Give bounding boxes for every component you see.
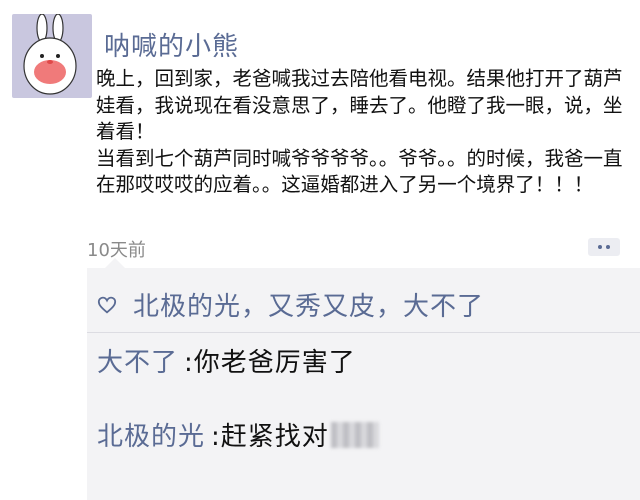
user-avatar[interactable]: [12, 14, 92, 98]
post-body-text: 晚上，回到家，老爸喊我过去陪他看电视。结果他打开了葫芦娃看，我说现在看没意思了，…: [96, 67, 623, 196]
comment-text: 你老爸厉害了: [193, 348, 356, 378]
blurred-text: [330, 421, 379, 448]
comment-author[interactable]: 大不了: [97, 348, 178, 378]
bunny-avatar-icon: [23, 14, 77, 95]
more-dot-icon: [606, 245, 610, 249]
comment-section: 北极的光，又秀又皮，大不了 大不了:你老爸厉害了 北极的光:赶紧找对: [87, 258, 640, 500]
more-dot-icon: [598, 245, 602, 249]
comment-text: 赶紧找对: [220, 422, 329, 452]
comment-item[interactable]: 大不了:你老爸厉害了: [97, 342, 356, 379]
more-options-button[interactable]: [588, 238, 620, 256]
post-author-name[interactable]: 呐喊的小熊: [104, 26, 239, 63]
comment-author[interactable]: 北极的光: [97, 422, 205, 452]
heart-outline-icon: [97, 296, 117, 314]
likes-names[interactable]: 北极的光，又秀又皮，大不了: [133, 286, 484, 323]
likes-divider: [87, 332, 640, 333]
likes-row: 北极的光，又秀又皮，大不了: [97, 286, 484, 323]
comment-item[interactable]: 北极的光:赶紧找对: [97, 416, 379, 453]
